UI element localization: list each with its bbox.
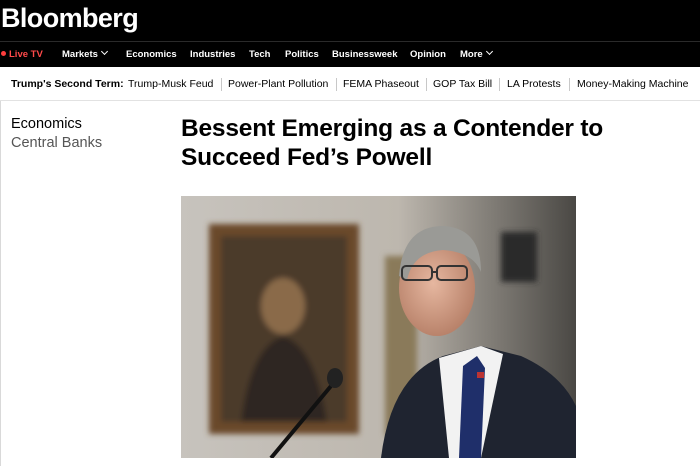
divider	[221, 78, 222, 91]
trending-item[interactable]: Money-Making Machine	[577, 67, 688, 101]
bloomberg-logo[interactable]: Bloomberg	[1, 2, 139, 34]
divider	[569, 78, 570, 91]
nav-politics[interactable]: Politics	[285, 42, 319, 68]
nav-markets-label: Markets	[62, 49, 98, 60]
nav-more[interactable]: More	[460, 42, 493, 68]
main-nav: Live TV Markets Economics Industries Tec…	[0, 41, 700, 67]
nav-markets[interactable]: Markets	[62, 42, 108, 68]
trending-item[interactable]: GOP Tax Bill	[433, 67, 492, 101]
nav-tech[interactable]: Tech	[249, 42, 270, 68]
nav-businessweek[interactable]: Businessweek	[332, 42, 397, 68]
trending-item[interactable]: LA Protests	[507, 67, 561, 101]
nav-industries[interactable]: Industries	[190, 42, 235, 68]
divider	[0, 101, 1, 466]
trending-item[interactable]: Power-Plant Pollution	[228, 67, 328, 101]
trending-item[interactable]: FEMA Phaseout	[343, 67, 419, 101]
nav-economics[interactable]: Economics	[126, 42, 177, 68]
divider	[426, 78, 427, 91]
top-header: Bloomberg	[0, 0, 700, 41]
divider	[499, 78, 500, 91]
chevron-down-icon	[485, 47, 493, 56]
chevron-down-icon	[100, 47, 108, 56]
nav-more-label: More	[460, 49, 483, 60]
article-photo	[181, 196, 576, 458]
trending-title: Trump's Second Term:	[11, 78, 124, 90]
divider	[336, 78, 337, 91]
trending-bar: Trump's Second Term: Trump-Musk Feud Pow…	[0, 67, 700, 101]
photo-illustration	[181, 196, 576, 458]
nav-live-tv[interactable]: Live TV	[1, 42, 43, 68]
live-tv-label: Live TV	[9, 49, 43, 60]
article-headline: Bessent Emerging as a Contender to Succe…	[181, 115, 604, 171]
trending-item[interactable]: Trump-Musk Feud	[128, 67, 213, 101]
section-link[interactable]: Economics	[11, 115, 82, 133]
live-dot-icon	[1, 50, 6, 56]
subsection-link[interactable]: Central Banks	[11, 134, 102, 152]
nav-opinion[interactable]: Opinion	[410, 42, 446, 68]
